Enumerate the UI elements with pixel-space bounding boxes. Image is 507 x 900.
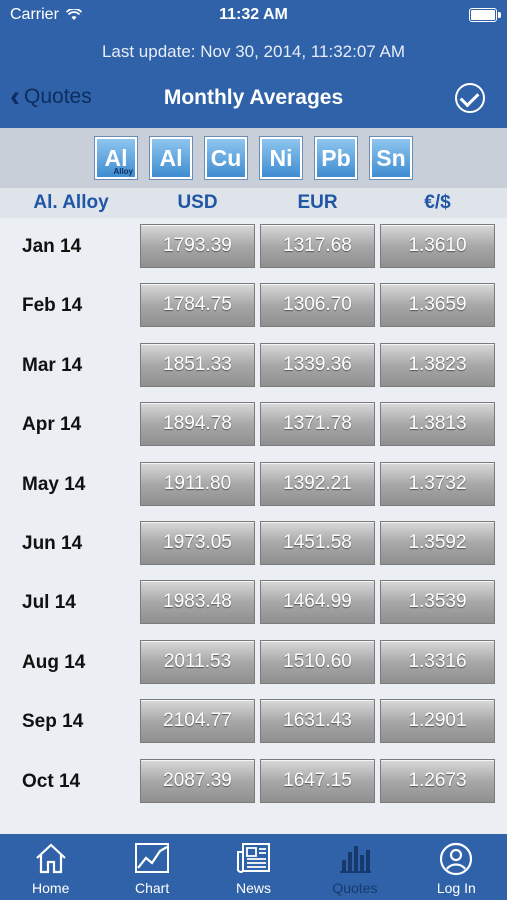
column-header-rate: €/$	[424, 192, 451, 213]
value-cell-usd[interactable]: 1894.78	[140, 402, 255, 447]
value-cell-rate[interactable]: 1.3659	[380, 283, 495, 328]
header: Carrier 11:32 AM Last update: Nov 30, 20…	[0, 0, 507, 128]
tab-label: Chart	[134, 880, 170, 896]
table-row: Oct 14 2087.39 1647.15 1.2673	[0, 753, 507, 812]
last-update-text: Last update: Nov 30, 2014, 11:32:07 AM	[101, 42, 406, 61]
value-cell-eur[interactable]: 1306.70	[260, 283, 375, 328]
metal-tile-5[interactable]: Sn	[370, 137, 412, 179]
nav-bar: ‹ Quotes Monthly Averages	[0, 80, 507, 120]
value-cell-eur[interactable]: 1339.36	[260, 342, 375, 387]
column-header-metal: Al. Alloy	[33, 192, 109, 213]
month-label: Aug 14	[22, 651, 86, 673]
value-cell-eur[interactable]: 1510.60	[260, 639, 375, 684]
tab-log-in[interactable]: Log In	[406, 834, 507, 900]
month-label: Jan 14	[22, 236, 82, 257]
column-header-eur: EUR	[297, 192, 338, 213]
value-cell-rate[interactable]: 1.3592	[380, 520, 495, 565]
metal-tile-4[interactable]: Pb	[315, 137, 357, 179]
value-cell-usd[interactable]: 1851.33	[140, 342, 255, 387]
value-cell-usd[interactable]: 1793.39	[140, 224, 255, 268]
month-label: Mar 14	[22, 354, 83, 376]
metal-tile-1[interactable]: Al	[150, 137, 192, 179]
column-headers: Al. Alloy USD EUR €/$	[0, 188, 507, 218]
month-label: Jul 14	[22, 592, 76, 614]
value-cell-rate[interactable]: 1.3539	[380, 580, 495, 625]
averages-table[interactable]: Jan 14 1793.39 1317.68 1.3610 Feb 14 1784.75 1…	[0, 218, 507, 834]
tab-chart[interactable]: Chart	[101, 834, 202, 900]
tab-quotes[interactable]: Quotes	[304, 834, 405, 900]
tab-label: Quotes	[332, 880, 378, 896]
month-label: Oct 14	[22, 770, 81, 792]
value-cell-eur[interactable]: 1392.21	[260, 461, 375, 506]
month-label: May 14	[22, 473, 86, 495]
value-cell-usd[interactable]: 2087.39	[140, 758, 255, 803]
value-cell-eur[interactable]: 1451.58	[260, 520, 375, 565]
value-cell-eur[interactable]: 1317.68	[260, 224, 375, 268]
metal-symbol: Pb	[321, 144, 351, 171]
table-row: Feb 14 1784.75 1306.70 1.3659	[0, 277, 507, 336]
clock: 11:32 AM	[219, 6, 288, 23]
tab-label: News	[236, 880, 272, 896]
tab-label: Home	[32, 880, 70, 896]
page-title: Monthly Averages	[163, 86, 344, 109]
tab-news[interactable]: News	[203, 834, 304, 900]
value-cell-rate[interactable]: 1.3813	[380, 402, 495, 447]
month-label: Apr 14	[22, 414, 82, 436]
value-cell-rate[interactable]: 1.2901	[380, 699, 495, 744]
metal-tile-0[interactable]: Al Alloy	[95, 137, 137, 179]
metal-subtitle: Alloy	[113, 167, 133, 176]
status-bar: Carrier 11:32 AM	[0, 6, 507, 26]
value-cell-eur[interactable]: 1631.43	[260, 699, 375, 744]
table-row: Aug 14 2011.53 1510.60 1.3316	[0, 634, 507, 693]
value-cell-rate[interactable]: 1.3316	[380, 639, 495, 684]
month-label: Sep 14	[22, 711, 84, 733]
value-cell-rate[interactable]: 1.2673	[380, 758, 495, 803]
table-row: Jun 14 1973.05 1451.58 1.3592	[0, 515, 507, 574]
value-cell-eur[interactable]: 1464.99	[260, 580, 375, 625]
value-cell-usd[interactable]: 1983.48	[140, 580, 255, 625]
value-cell-eur[interactable]: 1647.15	[260, 758, 375, 803]
metal-symbol: Ni	[269, 144, 293, 171]
checkmark-circle-icon[interactable]	[455, 83, 485, 113]
metal-symbol: Al	[159, 144, 183, 171]
table-row: Jan 14 1793.39 1317.68 1.3610	[0, 218, 507, 277]
metal-selector: Al Alloy Al Cu Ni Pb Sn	[0, 128, 507, 188]
month-label: Jun 14	[22, 532, 83, 554]
value-cell-eur[interactable]: 1371.78	[260, 402, 375, 447]
value-cell-rate[interactable]: 1.3732	[380, 461, 495, 506]
value-cell-usd[interactable]: 1973.05	[140, 520, 255, 565]
value-cell-usd[interactable]: 2011.53	[140, 639, 255, 684]
table-row: Sep 14 2104.77 1631.43 1.2901	[0, 693, 507, 752]
table-row: Jul 14 1983.48 1464.99 1.3539	[0, 574, 507, 633]
metal-tile-3[interactable]: Ni	[260, 137, 302, 179]
tab-home[interactable]: Home	[0, 834, 101, 900]
value-cell-rate[interactable]: 1.3823	[380, 342, 495, 387]
tab-bar: Home Chart News Quotes Log In	[0, 834, 507, 900]
metal-tile-2[interactable]: Cu	[205, 137, 247, 179]
column-header-usd: USD	[177, 192, 218, 213]
month-label: Feb 14	[22, 295, 83, 317]
value-cell-usd[interactable]: 1784.75	[140, 283, 255, 328]
battery-icon	[469, 8, 501, 22]
value-cell-usd[interactable]: 2104.77	[140, 699, 255, 744]
value-cell-rate[interactable]: 1.3610	[380, 224, 495, 268]
table-row: May 14 1911.80 1392.21 1.3732	[0, 456, 507, 515]
value-cell-usd[interactable]: 1911.80	[140, 461, 255, 506]
metal-symbol: Cu	[210, 144, 242, 171]
table-row: Mar 14 1851.33 1339.36 1.3823	[0, 337, 507, 396]
table-row: Apr 14 1894.78 1371.78 1.3813	[0, 396, 507, 455]
metal-symbol: Sn	[376, 144, 406, 171]
tab-label: Log In	[436, 880, 476, 896]
